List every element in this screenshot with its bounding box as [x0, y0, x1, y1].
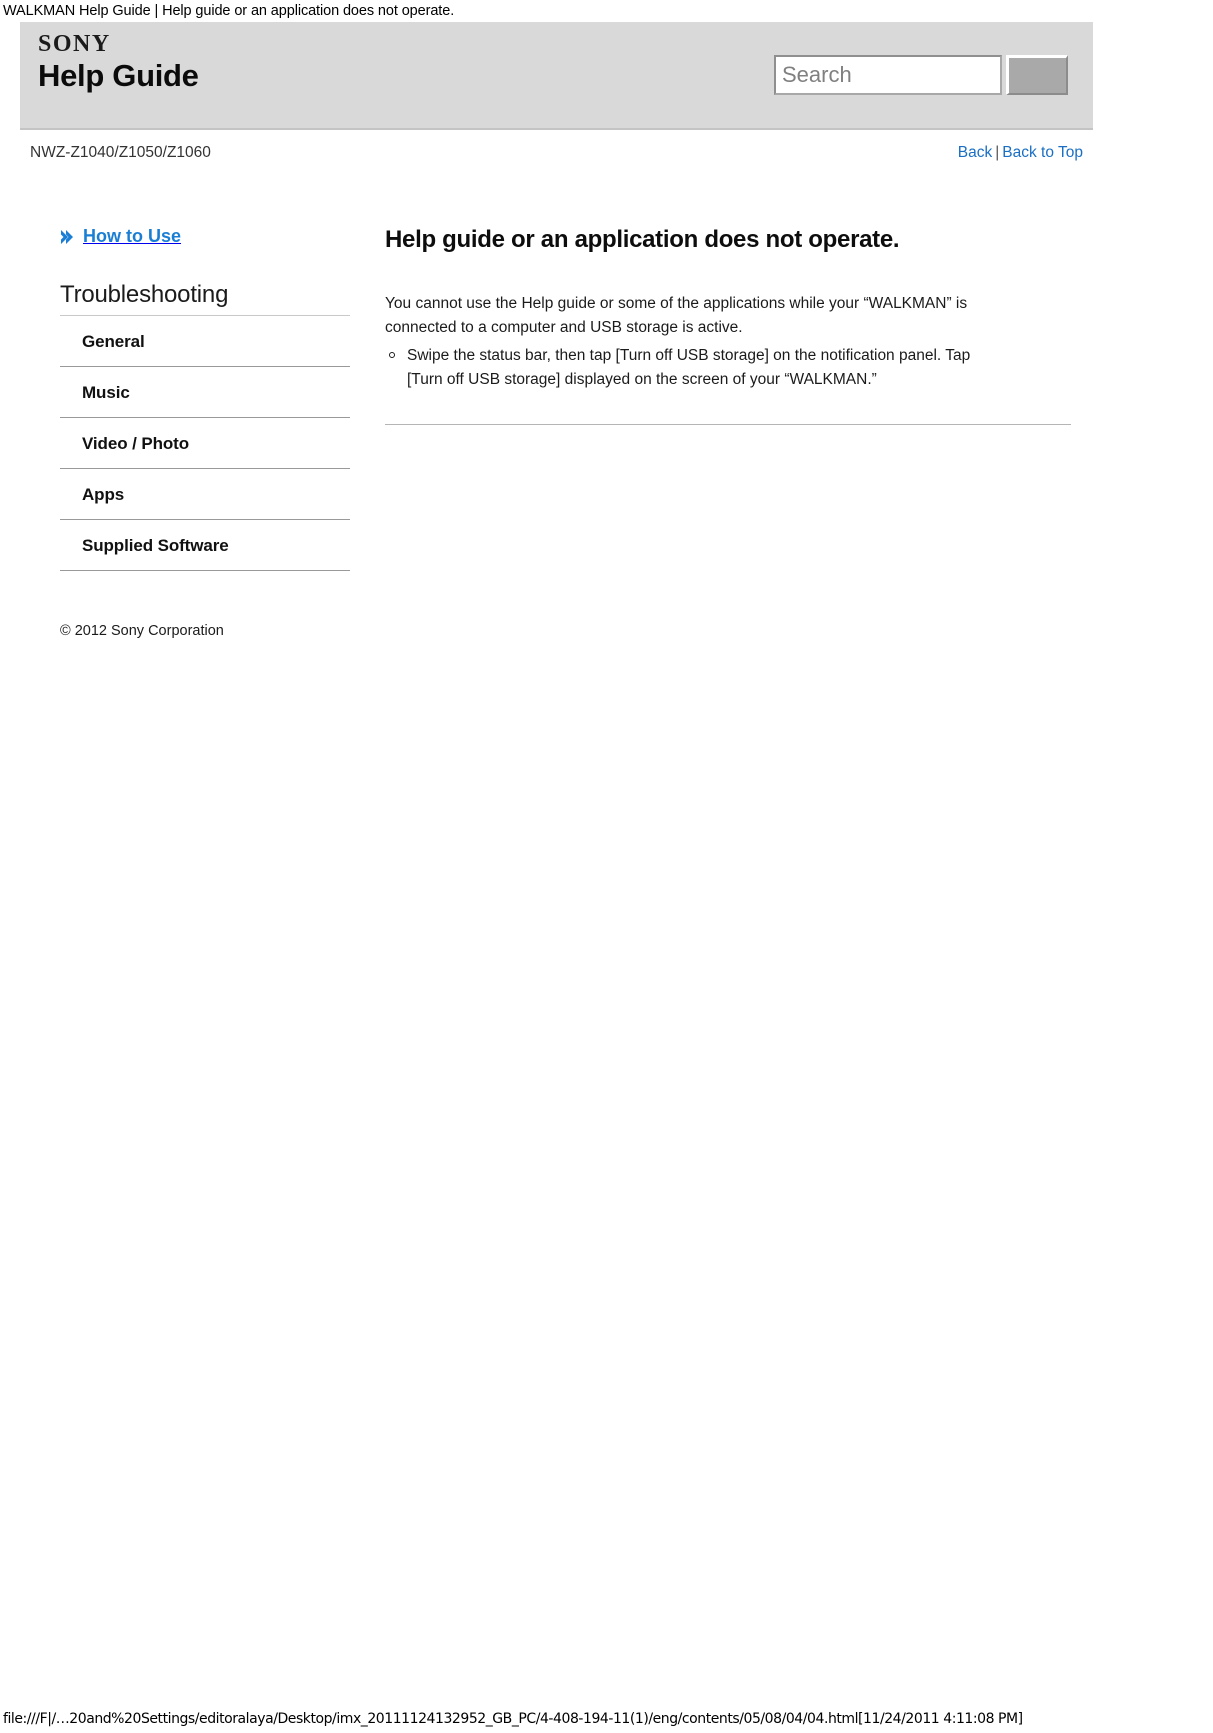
- sidebar: How to Use Troubleshooting General Music…: [20, 226, 350, 639]
- site-banner: SONY Help Guide: [20, 22, 1093, 130]
- top-navigation: Back | Back to Top: [958, 144, 1083, 162]
- list-item: Supplied Software: [60, 520, 350, 571]
- sony-logo: SONY: [38, 31, 111, 57]
- back-link[interactable]: Back: [958, 144, 992, 161]
- chevron-right-icon: [60, 229, 76, 245]
- list-item: Video / Photo: [60, 418, 350, 469]
- sidebar-item-supplied-software[interactable]: Supplied Software: [60, 520, 350, 570]
- list-item: Apps: [60, 469, 350, 520]
- model-number: NWZ-Z1040/Z1050/Z1060: [30, 144, 211, 161]
- search-block: [774, 55, 1068, 95]
- footer-url-status: file:///F|/…20and%20Settings/editoralaya…: [3, 1711, 1023, 1727]
- sidebar-item-apps[interactable]: Apps: [60, 469, 350, 519]
- list-item: General: [60, 316, 350, 367]
- page-title: Help Guide: [38, 58, 199, 93]
- bullet-circle-icon: [389, 352, 395, 359]
- content-area: How to Use Troubleshooting General Music…: [20, 162, 1093, 639]
- sidebar-item-how-to-use[interactable]: How to Use: [60, 226, 350, 247]
- back-to-top-link[interactable]: Back to Top: [1002, 144, 1083, 161]
- page-wrapper: SONY Help Guide NWZ-Z1040/Z1050/Z1060 Ba…: [20, 22, 1093, 639]
- sidebar-item-music[interactable]: Music: [60, 367, 350, 417]
- article-body: You cannot use the Help guide or some of…: [385, 292, 1005, 392]
- article-paragraph: You cannot use the Help guide or some of…: [385, 295, 968, 337]
- sidebar-item-general[interactable]: General: [60, 316, 350, 366]
- document-title-header: WALKMAN Help Guide | Help guide or an ap…: [3, 3, 455, 19]
- search-input[interactable]: [774, 55, 1002, 95]
- bullet-text: Swipe the status bar, then tap [Turn off…: [407, 347, 971, 389]
- article-heading: Help guide or an application does not op…: [385, 226, 900, 253]
- copyright-notice: © 2012 Sony Corporation: [60, 623, 224, 639]
- sidebar-nav-list: General Music Video / Photo Apps Supplie…: [60, 316, 350, 571]
- article-divider: [385, 424, 1071, 426]
- list-item: Swipe the status bar, then tap [Turn off…: [385, 344, 1005, 392]
- sidebar-item-video-photo[interactable]: Video / Photo: [60, 418, 350, 468]
- search-button[interactable]: [1006, 55, 1068, 95]
- sidebar-how-to-use-label: How to Use: [83, 226, 182, 246]
- list-item: Music: [60, 367, 350, 418]
- nav-separator: |: [995, 144, 1000, 161]
- main-article: Help guide or an application does not op…: [350, 226, 1093, 639]
- article-bullet-list: Swipe the status bar, then tap [Turn off…: [385, 344, 1005, 392]
- meta-row: NWZ-Z1040/Z1050/Z1060 Back | Back to Top: [20, 130, 1093, 162]
- sidebar-section-title: Troubleshooting: [60, 281, 350, 316]
- brand-block: SONY Help Guide: [38, 32, 199, 93]
